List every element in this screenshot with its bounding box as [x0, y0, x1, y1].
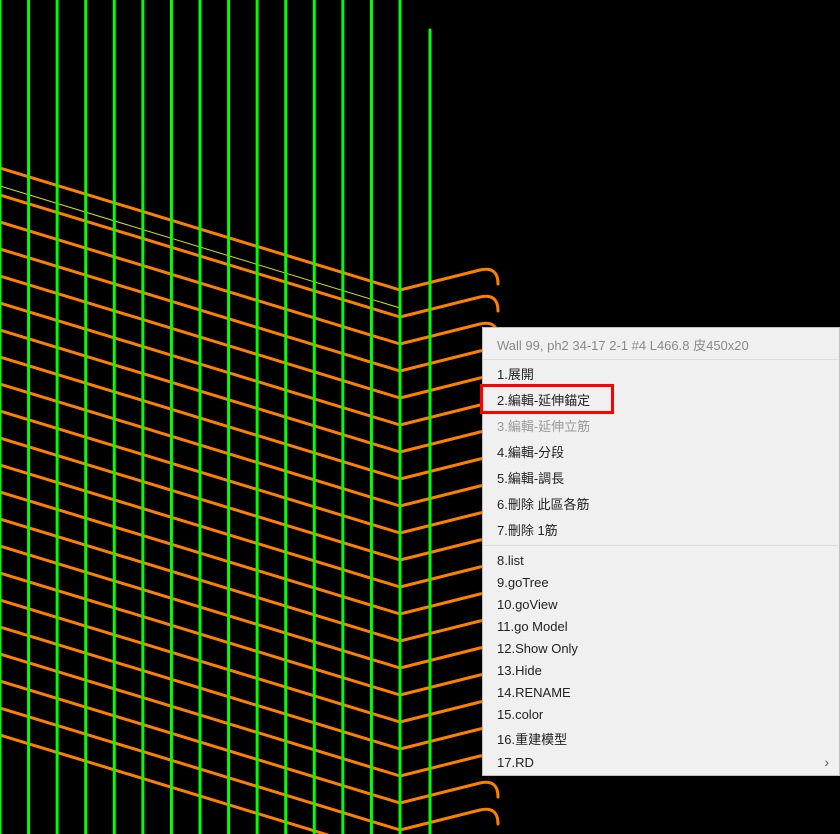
menu-item-edit-length[interactable]: 5.編輯-調長: [483, 464, 839, 490]
context-menu: Wall 99, ph2 34-17 2-1 #4 L466.8 皮450x20…: [482, 327, 840, 776]
menu-item-go-model[interactable]: 11.go Model: [483, 615, 839, 637]
menu-item-rebuild-model[interactable]: 16.重建模型: [483, 725, 839, 751]
menu-item-list[interactable]: 8.list: [483, 549, 839, 571]
menu-item-hide[interactable]: 13.Hide: [483, 659, 839, 681]
menu-item-show-only[interactable]: 12.Show Only: [483, 637, 839, 659]
menu-item-edit-extend-stirrup: 3.編輯-延伸立筋: [483, 412, 839, 438]
menu-separator: [484, 545, 838, 546]
menu-item-go-tree[interactable]: 9.goTree: [483, 571, 839, 593]
menu-item-rename[interactable]: 14.RENAME: [483, 681, 839, 703]
menu-item-delete-one[interactable]: 7.刪除 1筋: [483, 516, 839, 542]
menu-item-edit-segment[interactable]: 4.編輯-分段: [483, 438, 839, 464]
menu-item-rd[interactable]: 17.RD: [483, 751, 839, 773]
menu-item-expand[interactable]: 1.展開: [483, 360, 839, 386]
context-menu-title: Wall 99, ph2 34-17 2-1 #4 L466.8 皮450x20: [483, 330, 839, 360]
menu-item-go-view[interactable]: 10.goView: [483, 593, 839, 615]
menu-item-color[interactable]: 15.color: [483, 703, 839, 725]
menu-item-delete-zone[interactable]: 6.刪除 此區各筋: [483, 490, 839, 516]
menu-item-edit-extend-anchor[interactable]: 2.編輯-延伸錨定: [483, 386, 839, 412]
